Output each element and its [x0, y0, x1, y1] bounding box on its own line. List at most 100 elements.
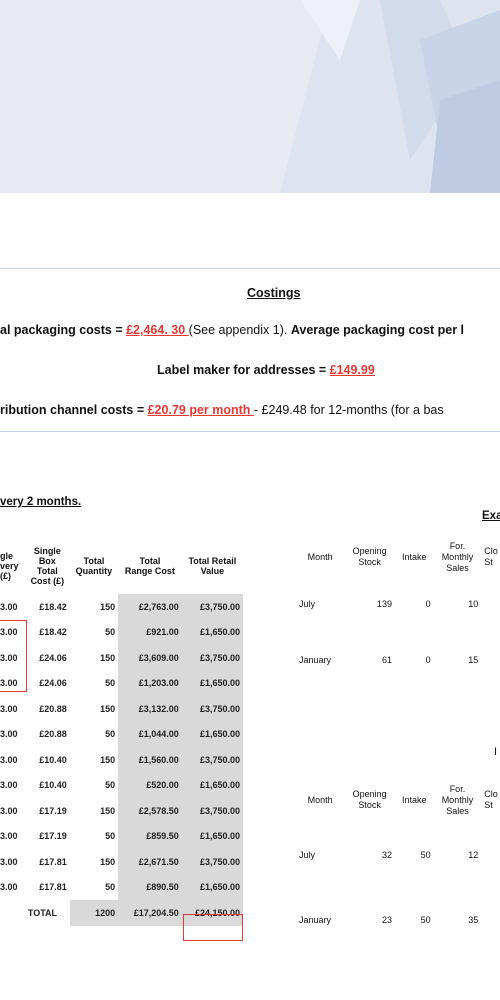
table-row: 3.00 £10.40 50 £520.00 £1,650.00	[0, 772, 243, 798]
table-cell: £3,750.00	[181, 696, 243, 722]
table-cell: January	[299, 915, 332, 925]
table-row: 3.00 £17.81 50 £890.50 £1,650.00	[0, 874, 243, 900]
table-cell: 139	[376, 599, 392, 609]
table-cell: £3,609.00	[118, 645, 182, 671]
table-cell: £17.81	[39, 882, 67, 893]
table-cell: £1,650.00	[181, 670, 243, 696]
table-cell: July	[299, 850, 316, 860]
table-row: 3.00 £17.19 150 £2,578.50 £3,750.00	[0, 798, 243, 824]
table-cell: £3,750.00	[181, 849, 243, 875]
table-cell: 50	[105, 678, 116, 689]
table-cell: 61	[381, 655, 392, 665]
stock-table-2: Month Opening Stock Intake For. Monthly …	[296, 780, 500, 950]
table-cell: 3.00	[0, 831, 18, 842]
table-cell: 50	[105, 831, 116, 842]
table-cell: 50	[420, 850, 431, 860]
table-cell: 3.00	[0, 780, 18, 791]
table-cell: 3.00	[0, 729, 18, 740]
table-cell: 3.00	[0, 882, 18, 893]
table-cell: 32	[381, 850, 392, 860]
table-cell: 150	[100, 703, 116, 714]
col-header-month: Month	[307, 551, 333, 562]
distribution-costs-line: ribution channel costs = £20.79 per mont…	[0, 403, 444, 417]
col-header-opening-stock: Opening Stock	[352, 789, 387, 810]
table-row: July 139 0 10	[296, 576, 500, 632]
table-cell: £10.40	[39, 780, 67, 791]
table-cell: £17.81	[39, 856, 67, 867]
costings-title: Costings	[247, 286, 301, 300]
table-cell: £18.42	[39, 601, 67, 612]
col-header-closing-stock: Clo St	[484, 546, 498, 567]
table-cell: £520.00	[118, 772, 182, 798]
table-cell: July	[299, 599, 316, 609]
table-cell: £17.19	[39, 831, 67, 842]
col-header-intake: Intake	[402, 551, 427, 562]
table-cell: £890.50	[118, 874, 182, 900]
col-header-intake: Intake	[402, 794, 427, 805]
table-row: 3.00 £18.42 50 £921.00 £1,650.00	[0, 619, 243, 645]
table-cell: £10.40	[39, 754, 67, 765]
table-cell	[0, 900, 25, 926]
table-cell: £1,650.00	[181, 721, 243, 747]
table-cell: 150	[100, 856, 116, 867]
table-cell: 0	[425, 655, 431, 665]
table-cell: 3.00	[0, 805, 18, 816]
table-row: 3.00 £10.40 150 £1,560.00 £3,750.00	[0, 747, 243, 773]
table-row: 3.00 £20.88 50 £1,044.00 £1,650.00	[0, 721, 243, 747]
col-header-closing-stock: Clo St	[484, 789, 498, 810]
table-row: January 61 0 15	[296, 632, 500, 688]
col-header-monthly-sales: For. Monthly Sales	[441, 540, 474, 573]
table-cell: £1,044.00	[118, 721, 182, 747]
table-row: 3.00 £24.06 150 £3,609.00 £3,750.00	[0, 645, 243, 671]
table-cell: 50	[105, 780, 116, 791]
col-header-delivery: gle very (£)	[0, 551, 19, 581]
table-cell: £3,750.00	[181, 594, 243, 620]
table-row: July 32 50 12	[296, 820, 500, 890]
stock-table-1: Month Opening Stock Intake For. Monthly …	[296, 538, 500, 688]
table-cell: £20.88	[39, 729, 67, 740]
table-cell: £1,203.00	[118, 670, 182, 696]
table-cell: £1,650.00	[181, 619, 243, 645]
table-cell: 150	[100, 601, 116, 612]
table-cell: £24.06	[39, 652, 67, 663]
table-cell: 23	[381, 915, 392, 925]
table-cell: 12	[468, 850, 479, 860]
table-cell: 3.00	[0, 703, 18, 714]
right-side-label: I	[494, 746, 498, 758]
table-cell: January	[299, 655, 332, 665]
table-cell: £1,650.00	[181, 772, 243, 798]
table-row: 3.00 £17.81 150 £2,671.50 £3,750.00	[0, 849, 243, 875]
table-row: 3.00 £24.06 50 £1,203.00 £1,650.00	[0, 670, 243, 696]
table-cell: £17.19	[39, 805, 67, 816]
table-cell: 15	[468, 655, 479, 665]
col-header-quantity: Total Quantity	[75, 556, 113, 576]
col-header-retail-value: Total Retail Value	[188, 556, 237, 576]
col-header-monthly-sales: For. Monthly Sales	[441, 783, 474, 816]
col-header-single-box: Single Box Total Cost (£)	[30, 546, 65, 586]
header-background	[0, 0, 500, 193]
table-cell: £1,650.00	[181, 823, 243, 849]
table-row: 3.00 £17.19 50 £859.50 £1,650.00	[0, 823, 243, 849]
table-cell: 50	[420, 915, 431, 925]
left-section-heading: very 2 months.	[0, 496, 82, 508]
table-cell: 0	[425, 599, 431, 609]
table-cell: 50	[105, 882, 116, 893]
col-header-opening-stock: Opening Stock	[352, 546, 387, 567]
right-section-heading: Exa	[482, 510, 500, 522]
table-row: 3.00 £18.42 150 £2,763.00 £3,750.00	[0, 594, 243, 620]
table-cell: £2,763.00	[118, 594, 182, 620]
table-cell: £3,750.00	[181, 747, 243, 773]
delivery-highlight-box	[0, 620, 27, 692]
col-header-range-cost: Total Range Cost	[124, 556, 175, 576]
table-cell: £859.50	[118, 823, 182, 849]
table-cell: £3,750.00	[181, 645, 243, 671]
table-cell: £2,578.50	[118, 798, 182, 824]
packaging-costs-line: al packaging costs = £2,464. 30 (See app…	[0, 323, 465, 337]
table-row: 3.00 £20.88 150 £3,132.00 £3,750.00	[0, 696, 243, 722]
table-cell: 3.00	[0, 754, 18, 765]
table-cell: 35	[468, 915, 479, 925]
cost-table: gle very (£) Single Box Total Cost (£) T…	[0, 538, 243, 926]
table-cell: £18.42	[39, 627, 67, 638]
table-cell: 150	[100, 805, 116, 816]
table-cell: £17,204.50	[118, 900, 182, 926]
